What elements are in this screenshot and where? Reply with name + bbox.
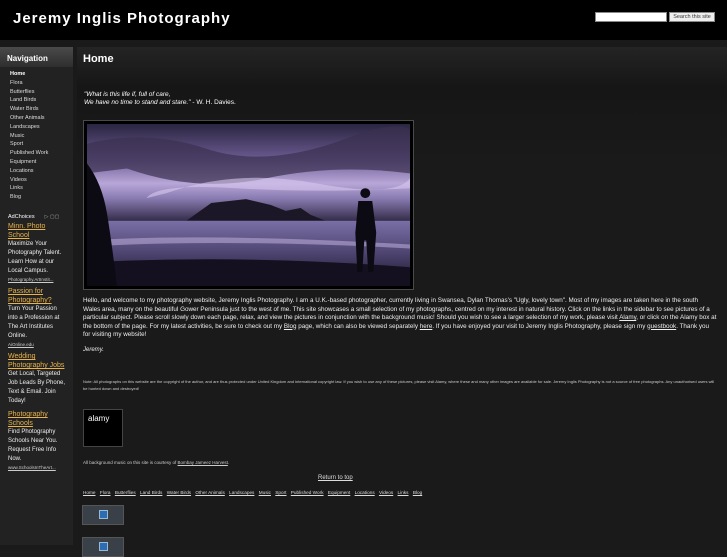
site-title[interactable]: Jeremy Inglis Photography bbox=[13, 10, 231, 27]
intro-paragraph: Hello, and welcome to my photography web… bbox=[83, 297, 717, 340]
here-link[interactable]: here bbox=[420, 323, 433, 330]
ad-text: Turn Your Passion into a Profession at T… bbox=[8, 306, 60, 339]
ad-url[interactable]: Photography.ArtInstit... bbox=[8, 276, 68, 283]
sidebar-item-equipment[interactable]: Equipment bbox=[0, 158, 73, 167]
footer-link-locations[interactable]: Locations bbox=[355, 490, 375, 495]
ad-title[interactable]: Passion for Photography? bbox=[8, 287, 68, 305]
ad-item: Passion for Photography? Turn Your Passi… bbox=[8, 287, 68, 348]
counter-badge[interactable] bbox=[82, 505, 124, 525]
sidebar-item-videos[interactable]: Videos bbox=[0, 176, 73, 185]
search-input[interactable] bbox=[595, 12, 667, 22]
search-button[interactable]: Search this site bbox=[669, 12, 715, 22]
sidebar: Navigation Home Flora Butterflies Land B… bbox=[0, 47, 73, 545]
ad-url[interactable]: www.SchoolsInTheArt... bbox=[8, 464, 68, 471]
ad-item: Minn. Photo School Maximize Your Photogr… bbox=[8, 222, 68, 283]
sidebar-item-music[interactable]: Music bbox=[0, 132, 73, 141]
footer-link-water-birds[interactable]: Water Birds bbox=[167, 490, 191, 495]
sidebar-item-butterflies[interactable]: Butterflies bbox=[0, 88, 73, 97]
footer-link-landscapes[interactable]: Landscapes bbox=[229, 490, 254, 495]
footer-link-sport[interactable]: Sport bbox=[275, 490, 286, 495]
featured-photo-frame bbox=[83, 120, 414, 290]
adchoices-label[interactable]: AdChoices ▷ ▢▢ bbox=[8, 212, 68, 222]
counter-badge[interactable] bbox=[82, 537, 124, 557]
sidebar-item-links[interactable]: Links bbox=[0, 184, 73, 193]
ad-url[interactable]: AiOnline.edu bbox=[8, 341, 68, 348]
quote-attribution: - W. H. Davies. bbox=[190, 99, 236, 106]
footer-nav: Home Flora Butterflies Land Birds Water … bbox=[83, 490, 425, 495]
music-credit-prefix: All background music on this site is cou… bbox=[83, 460, 178, 465]
music-credit-link[interactable]: Bombay Jameez Harvest bbox=[178, 460, 228, 465]
ad-text: Get Local, Targeted Job Leads By Phone, … bbox=[8, 371, 66, 404]
alamy-logo: alamy bbox=[88, 414, 110, 423]
ad-item: Photography Schools Find Photography Sch… bbox=[8, 410, 68, 471]
footer-link-published-work[interactable]: Published Work bbox=[291, 490, 324, 495]
ad-text: Find Photography Schools Near You. Reque… bbox=[8, 429, 58, 462]
sidebar-item-sport[interactable]: Sport bbox=[0, 140, 73, 149]
sidebar-item-blog[interactable]: Blog bbox=[0, 193, 73, 202]
nav-heading: Navigation bbox=[0, 47, 73, 67]
alamy-link[interactable]: Alamy bbox=[619, 314, 636, 321]
main-content: Home "What is this life if, full of care… bbox=[77, 47, 727, 557]
ad-title[interactable]: Minn. Photo School bbox=[8, 222, 68, 240]
copyright-note: Note: All photographs on this website ar… bbox=[83, 379, 715, 391]
footer-link-blog[interactable]: Blog bbox=[413, 490, 422, 495]
intro-text-1: Hello, and welcome to my photography web… bbox=[83, 297, 710, 321]
intro-text-4: . If you have enjoyed your visit to Jere… bbox=[432, 322, 648, 330]
badge-icon bbox=[99, 510, 108, 519]
intro-text-3: page, which can also be viewed separatel… bbox=[296, 322, 420, 330]
sidebar-item-landscapes[interactable]: Landscapes bbox=[0, 123, 73, 132]
adchoices-text[interactable]: AdChoices bbox=[8, 214, 35, 220]
ad-title[interactable]: Photography Schools bbox=[8, 410, 68, 428]
sidebar-item-locations[interactable]: Locations bbox=[0, 167, 73, 176]
footer-link-home[interactable]: Home bbox=[83, 490, 96, 495]
sidebar-item-home[interactable]: Home bbox=[0, 70, 73, 79]
return-to-top-link[interactable]: Return to top bbox=[318, 475, 353, 481]
music-credit-suffix: . bbox=[227, 460, 230, 465]
sidebar-item-water-birds[interactable]: Water Birds bbox=[0, 105, 73, 114]
ad-block: AdChoices ▷ ▢▢ Minn. Photo School Maximiz… bbox=[8, 212, 68, 475]
sidebar-item-other-animals[interactable]: Other Animals bbox=[0, 114, 73, 123]
quote-line-1: "What is this life if, full of care, bbox=[84, 91, 171, 98]
guestbook-link[interactable]: guestbook bbox=[647, 323, 676, 330]
sunset-silhouette-photo bbox=[87, 124, 410, 286]
footer-link-flora[interactable]: Flora bbox=[100, 490, 111, 495]
sidebar-item-land-birds[interactable]: Land Birds bbox=[0, 96, 73, 105]
ad-item: Wedding Photography Jobs Get Local, Targ… bbox=[8, 352, 68, 406]
footer-link-land-birds[interactable]: Land Birds bbox=[140, 490, 162, 495]
badge-icon bbox=[99, 542, 108, 551]
alamy-badge[interactable]: alamy bbox=[83, 409, 123, 447]
footer-link-videos[interactable]: Videos bbox=[379, 490, 393, 495]
footer-link-music[interactable]: Music bbox=[259, 490, 271, 495]
ad-title[interactable]: Wedding Photography Jobs bbox=[8, 352, 68, 370]
site-header: Jeremy Inglis Photography Search this si… bbox=[0, 0, 727, 40]
quote: "What is this life if, full of care, We … bbox=[84, 91, 236, 107]
footer-link-other-animals[interactable]: Other Animals bbox=[195, 490, 224, 495]
signoff: Jeremy. bbox=[83, 347, 104, 353]
footer-link-links[interactable]: Links bbox=[398, 490, 409, 495]
sidebar-item-published-work[interactable]: Published Work bbox=[0, 149, 73, 158]
quote-line-2: We have no time to stand and stare." bbox=[84, 99, 191, 106]
ad-info-icon[interactable]: ▷ ▢▢ bbox=[45, 214, 60, 220]
page-title: Home bbox=[83, 53, 114, 65]
nav-list: Home Flora Butterflies Land Birds Water … bbox=[0, 70, 73, 202]
footer-link-equipment[interactable]: Equipment bbox=[328, 490, 350, 495]
sidebar-item-flora[interactable]: Flora bbox=[0, 79, 73, 88]
blog-link[interactable]: Blog bbox=[284, 323, 297, 330]
footer-link-butterflies[interactable]: Butterflies bbox=[115, 490, 136, 495]
music-credit: All background music on this site is cou… bbox=[83, 460, 229, 465]
ad-text: Maximize Your Photography Talent. Learn … bbox=[8, 241, 62, 274]
